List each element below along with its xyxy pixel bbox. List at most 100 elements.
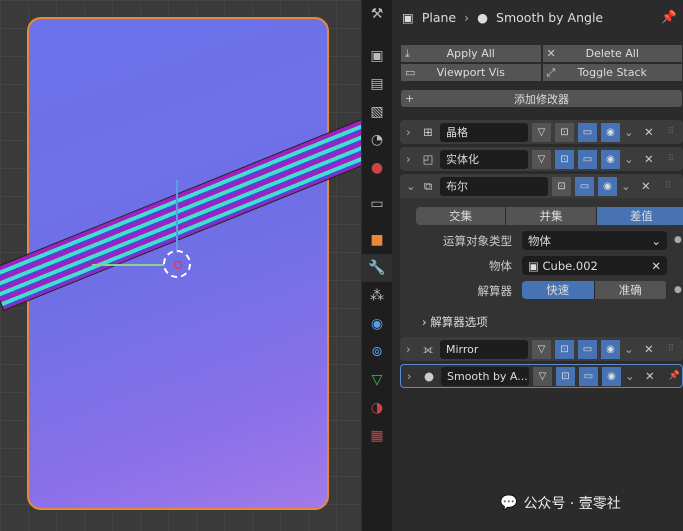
close-icon[interactable]: ✕ <box>644 125 654 139</box>
render-toggle[interactable]: ◉ <box>602 366 621 386</box>
add-modifier-button[interactable]: + 添加修改器 <box>400 89 683 108</box>
modifier-properties: ▣ Plane › ● Smooth by Angle 📌 ⤓ Apply All… <box>392 0 683 531</box>
chevron-down-icon[interactable]: ⌄ <box>406 179 416 193</box>
close-icon[interactable]: ✕ <box>645 369 655 383</box>
edit-mode-toggle[interactable]: ⊡ <box>552 176 571 196</box>
edit-cage-toggle[interactable]: ▽ <box>532 122 551 142</box>
data-tab-icon[interactable]: ▽ <box>362 366 392 394</box>
op-intersect[interactable]: 交集 <box>416 207 507 225</box>
render-toggle[interactable]: ◉ <box>598 176 617 196</box>
texture-tab-icon[interactable]: ▦ <box>362 422 392 450</box>
modifier-mirror[interactable]: › ⟗ Mirror ▽ ⊡ ▭ ◉ ⌄ ✕ ⠿ <box>400 337 683 361</box>
object-field[interactable]: ▣ Cube.002 ✕ <box>522 256 667 275</box>
solver-options-subpanel[interactable]: › 解算器选项 <box>422 314 488 330</box>
chevron-right-icon[interactable]: › <box>407 369 417 383</box>
viewport-toggle[interactable]: ▭ <box>578 149 597 169</box>
toggle-stack-button[interactable]: ⤢ Toggle Stack <box>541 63 683 82</box>
modifier-lattice[interactable]: › ⊞ 晶格 ▽ ⊡ ▭ ◉ ⌄ ✕ ⠿ <box>400 120 683 144</box>
apply-all-button[interactable]: ⤓ Apply All <box>400 44 542 63</box>
edit-mode-toggle[interactable]: ⊡ <box>555 149 574 169</box>
op-union[interactable]: 并集 <box>506 207 597 225</box>
modifier-name: Smooth by Angle <box>496 9 604 25</box>
modifier-name-field[interactable]: Smooth by A... <box>441 366 529 386</box>
render-toggle[interactable]: ◉ <box>601 339 620 359</box>
viewport-toggle[interactable]: ▭ <box>578 122 597 142</box>
edit-mode-toggle[interactable]: ⊡ <box>555 339 574 359</box>
chevron-down-icon[interactable]: ⌄ <box>624 125 634 139</box>
drag-handle[interactable]: ⠿ <box>668 344 675 354</box>
particles-tab-icon[interactable]: ⁂ <box>362 282 392 310</box>
viewport-toggle[interactable]: ▭ <box>578 339 597 359</box>
watermark: 💬 公众号 · 壹零社 <box>500 493 621 513</box>
chevron-down-icon[interactable]: ⌄ <box>624 152 634 166</box>
expand-icon: ⤢ <box>546 65 556 79</box>
modifier-name-field[interactable]: 实体化 <box>440 149 528 169</box>
viewport-vis-button[interactable]: ▭ Viewport Vis <box>400 63 542 82</box>
collection-tab-icon[interactable]: ▭ <box>362 190 392 218</box>
chevron-right-icon[interactable]: › <box>406 125 416 139</box>
modifier-boolean[interactable]: ⌄ ⧉ 布尔 ⊡ ▭ ◉ ⌄ ✕ ⠿ <box>400 174 683 198</box>
drag-handle[interactable]: ⠿ <box>668 154 675 164</box>
pin-icon[interactable]: 📌 <box>661 9 677 25</box>
delete-all-button[interactable]: ✕ Delete All <box>541 44 683 63</box>
material-tab-icon[interactable]: ◑ <box>362 394 392 422</box>
world-tab-icon[interactable]: ● <box>362 154 392 182</box>
boolean-icon: ⧉ <box>423 178 433 193</box>
render-tab-icon[interactable]: ▣ <box>362 42 392 70</box>
3d-cursor[interactable] <box>163 250 191 278</box>
tool-tab-icon[interactable]: ⚒ <box>362 0 392 28</box>
viewport-toggle[interactable]: ▭ <box>579 366 598 386</box>
solver-options-label: 解算器选项 <box>430 315 488 329</box>
monitor-icon: ▭ <box>405 66 416 79</box>
boolean-operation-selector: 交集 并集 差值 <box>416 207 683 225</box>
modifier-name-field[interactable]: 晶格 <box>440 122 528 142</box>
download-icon: ⤓ <box>405 46 410 60</box>
solver-selector: 快速 准确 <box>522 281 667 299</box>
constraints-tab-icon[interactable]: ⊚ <box>362 338 392 366</box>
physics-tab-icon[interactable]: ◉ <box>362 310 392 338</box>
clear-icon[interactable]: ✕ <box>651 259 661 273</box>
output-tab-icon[interactable]: ▤ <box>362 70 392 98</box>
modifier-solidify[interactable]: › ◰ 实体化 ▽ ⊡ ▭ ◉ ⌄ ✕ ⠿ <box>400 147 683 171</box>
chevron-down-icon[interactable]: ⌄ <box>624 342 634 356</box>
drag-handle[interactable]: ⠿ <box>668 127 675 137</box>
3d-viewport[interactable] <box>0 0 361 531</box>
pin-icon[interactable]: 📌 <box>669 371 680 381</box>
solver-exact[interactable]: 准确 <box>594 281 667 299</box>
modifier-tab-icon[interactable]: 🔧 <box>362 254 392 282</box>
viewport-toggle[interactable]: ▭ <box>575 176 594 196</box>
keyframe-dot[interactable]: ● <box>674 285 682 295</box>
view-layer-tab-icon[interactable]: ▧ <box>362 98 392 126</box>
edit-cage-toggle[interactable]: ▽ <box>532 339 551 359</box>
op-difference[interactable]: 差值 <box>596 207 683 225</box>
modifier-name-field[interactable]: 布尔 <box>440 176 548 196</box>
render-toggle[interactable]: ◉ <box>601 122 620 142</box>
gizmo-z-arrow[interactable] <box>176 180 178 250</box>
chevron-down-icon[interactable]: ⌄ <box>621 179 631 193</box>
keyframe-dot[interactable]: ● <box>674 235 682 245</box>
solver-fast[interactable]: 快速 <box>522 281 595 299</box>
close-icon[interactable]: ✕ <box>644 152 654 166</box>
render-toggle[interactable]: ◉ <box>601 149 620 169</box>
operand-type-label: 运算对象类型 <box>443 234 512 248</box>
gizmo-x-arrow[interactable] <box>92 264 164 266</box>
solver-label: 解算器 <box>477 284 513 298</box>
edit-mode-toggle[interactable]: ⊡ <box>555 122 574 142</box>
delete-all-label: Delete All <box>585 47 639 60</box>
modifier-name-field[interactable]: Mirror <box>440 339 528 359</box>
modifier-smooth-by-angle[interactable]: › ● Smooth by A... ▽ ⊡ ▭ ◉ ⌄ ✕ 📌 <box>400 364 683 388</box>
scene-tab-icon[interactable]: ◔ <box>362 126 392 154</box>
operand-type-dropdown[interactable]: 物体 ⌄ <box>522 231 667 250</box>
edit-cage-toggle[interactable]: ▽ <box>532 149 551 169</box>
chevron-right-icon[interactable]: › <box>406 152 416 166</box>
object-value: Cube.002 <box>542 258 598 273</box>
object-tab-icon[interactable]: ■ <box>362 226 392 254</box>
close-icon[interactable]: ✕ <box>644 342 654 356</box>
chevron-right-icon: › <box>464 9 470 25</box>
close-icon[interactable]: ✕ <box>641 179 651 193</box>
edit-cage-toggle[interactable]: ▽ <box>533 366 552 386</box>
edit-mode-toggle[interactable]: ⊡ <box>556 366 575 386</box>
chevron-down-icon[interactable]: ⌄ <box>625 369 635 383</box>
drag-handle[interactable]: ⠿ <box>665 181 672 191</box>
chevron-right-icon[interactable]: › <box>406 342 416 356</box>
